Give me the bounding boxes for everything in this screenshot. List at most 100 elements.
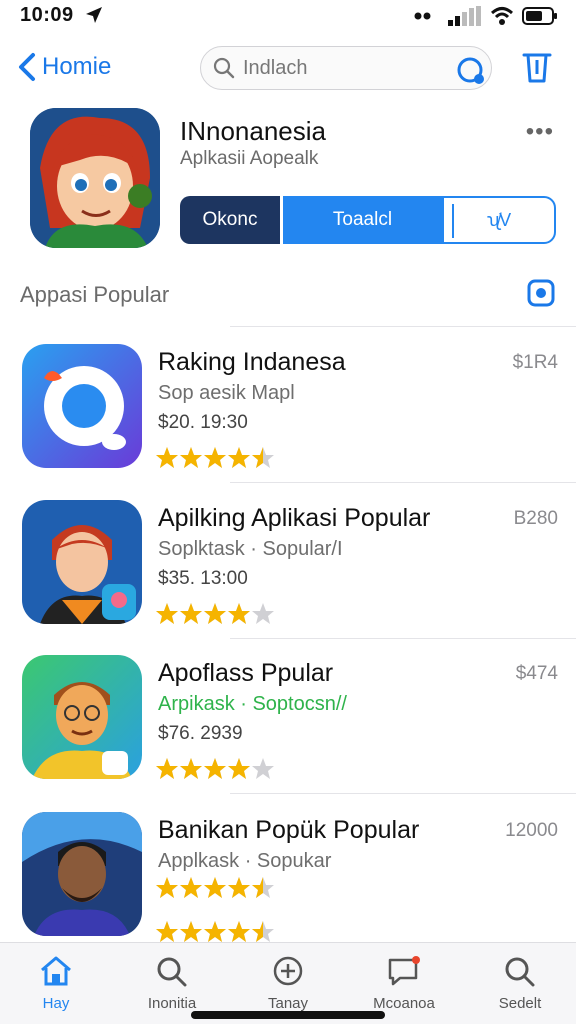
featured-app-subtitle: Aplkasii Aopealk — [180, 148, 319, 169]
star-icon — [156, 447, 178, 468]
app-subtitle: Sop aesik Mapl — [158, 382, 295, 404]
list-item[interactable]: Apilking Aplikasi Popular Soplktask · So… — [0, 500, 576, 640]
navigation-bar: Homie — [0, 42, 576, 98]
star-icon — [204, 921, 226, 942]
app-title: Banikan Popük Popular — [158, 816, 420, 844]
star-icon — [252, 447, 274, 468]
segment-share-label: ʯ̸V — [486, 209, 512, 230]
square-dot-icon[interactable] — [527, 279, 555, 307]
dots-icon — [414, 12, 431, 20]
segment-toaalcl[interactable]: Toaalcl — [280, 196, 442, 244]
tab-add[interactable]: Tanay — [238, 955, 338, 1012]
action-segmented-control: Okonc Toaalcl ʯ̸V — [180, 196, 556, 244]
app-price-line: $20. 19:30 — [158, 412, 248, 433]
star-icon — [156, 921, 178, 942]
star-rating — [156, 600, 276, 631]
featured-app: INnonanesia Aplkasii Aopealk ••• Okonc T… — [0, 104, 576, 254]
star-icon — [180, 447, 202, 468]
stars-icon — [156, 877, 274, 898]
app-title: Apilking Aplikasi Popular — [158, 504, 431, 532]
star-rating — [156, 755, 276, 786]
star-icon — [204, 603, 226, 624]
tab-label: Tanay — [267, 995, 309, 1012]
star-rating — [156, 874, 276, 905]
chevron-left-icon — [19, 53, 35, 81]
section-divider — [230, 326, 576, 327]
app-price-line: $35. 13:00 — [158, 568, 248, 589]
list-divider — [230, 638, 576, 639]
character-avatar-icon — [30, 108, 160, 248]
home-icon — [41, 956, 71, 986]
tab-label: Inonitia — [147, 995, 197, 1012]
star-icon — [204, 877, 226, 898]
back-button[interactable]: Homie — [16, 52, 111, 82]
star-icon — [252, 603, 274, 624]
character-avatar-icon — [22, 812, 142, 936]
app-title: Raking Indanesa — [158, 348, 346, 376]
back-label: Homie — [42, 53, 112, 80]
search-icon — [157, 957, 187, 987]
stars-icon — [156, 758, 274, 779]
star-icon — [180, 921, 202, 942]
character-avatar-icon — [22, 655, 142, 779]
featured-app-icon[interactable] — [30, 108, 160, 248]
stars-icon — [156, 447, 274, 468]
app-subtitle: Arpikask · Soptocsn// — [158, 693, 347, 715]
star-icon — [252, 758, 274, 779]
app-logo-icon — [22, 344, 142, 468]
search-voice-icon[interactable] — [455, 55, 487, 87]
search-field[interactable] — [200, 46, 492, 90]
signal-icon — [448, 6, 481, 26]
star-icon — [180, 877, 202, 898]
battery-icon — [522, 7, 557, 25]
section-title: Appasi Popular — [20, 282, 170, 307]
app-price: $474 — [515, 663, 558, 684]
star-icon — [228, 447, 250, 468]
section-header: Appasi Popular — [0, 276, 576, 316]
search-input[interactable] — [243, 56, 443, 80]
app-icon — [22, 344, 142, 468]
home-indicator — [191, 1011, 385, 1019]
tab-search[interactable]: Inonitia — [122, 955, 222, 1012]
star-icon — [228, 921, 250, 942]
app-price: $1R4 — [512, 352, 558, 373]
star-icon — [228, 758, 250, 779]
app-subtitle: Applkask · Sopukar — [158, 850, 332, 872]
star-icon — [252, 921, 274, 942]
app-price: B280 — [513, 508, 558, 529]
featured-app-title: INnonanesia — [180, 116, 326, 146]
list-item[interactable]: Banikan Popük Popular Applkask · Sopukar… — [0, 812, 576, 952]
add-circle-icon — [273, 956, 303, 986]
wifi-icon — [490, 7, 514, 25]
star-icon — [156, 758, 178, 779]
tab-label: Sedelt — [498, 995, 542, 1012]
more-options-icon[interactable]: ••• — [526, 118, 554, 146]
list-divider — [230, 482, 576, 483]
app-icon — [22, 655, 142, 779]
tab-messages[interactable]: Mcoanoa — [354, 955, 454, 1012]
star-icon — [204, 447, 226, 468]
status-time: 10:09 — [20, 4, 74, 26]
star-rating — [156, 444, 276, 475]
star-icon — [180, 603, 202, 624]
stars-icon — [156, 603, 274, 624]
list-divider — [230, 793, 576, 794]
trash-icon[interactable] — [520, 50, 554, 84]
star-icon — [156, 603, 178, 624]
segment-share[interactable]: ʯ̸V — [442, 196, 556, 244]
tab-home[interactable]: Hay — [6, 955, 106, 1012]
star-icon — [204, 758, 226, 779]
list-item[interactable]: Raking Indanesa Sop aesik Mapl $20. 19:3… — [0, 344, 576, 484]
segment-divider — [452, 204, 454, 238]
app-title: Apoflass Ppular — [158, 659, 334, 687]
app-subtitle: Soplktask · Sopular/I — [158, 538, 343, 560]
location-arrow-icon — [86, 7, 102, 23]
app-icon — [22, 812, 142, 936]
app-price: 12000 — [505, 820, 558, 841]
status-bar: 10:09 — [0, 0, 576, 36]
app-price-line: $76. 2939 — [158, 723, 243, 744]
segment-okonc[interactable]: Okonc — [180, 196, 280, 244]
tab-search-alt[interactable]: Sedelt — [470, 955, 570, 1012]
list-item[interactable]: Apoflass Ppular Arpikask · Soptocsn// $7… — [0, 655, 576, 795]
tab-label: Mcoanoa — [373, 995, 435, 1012]
